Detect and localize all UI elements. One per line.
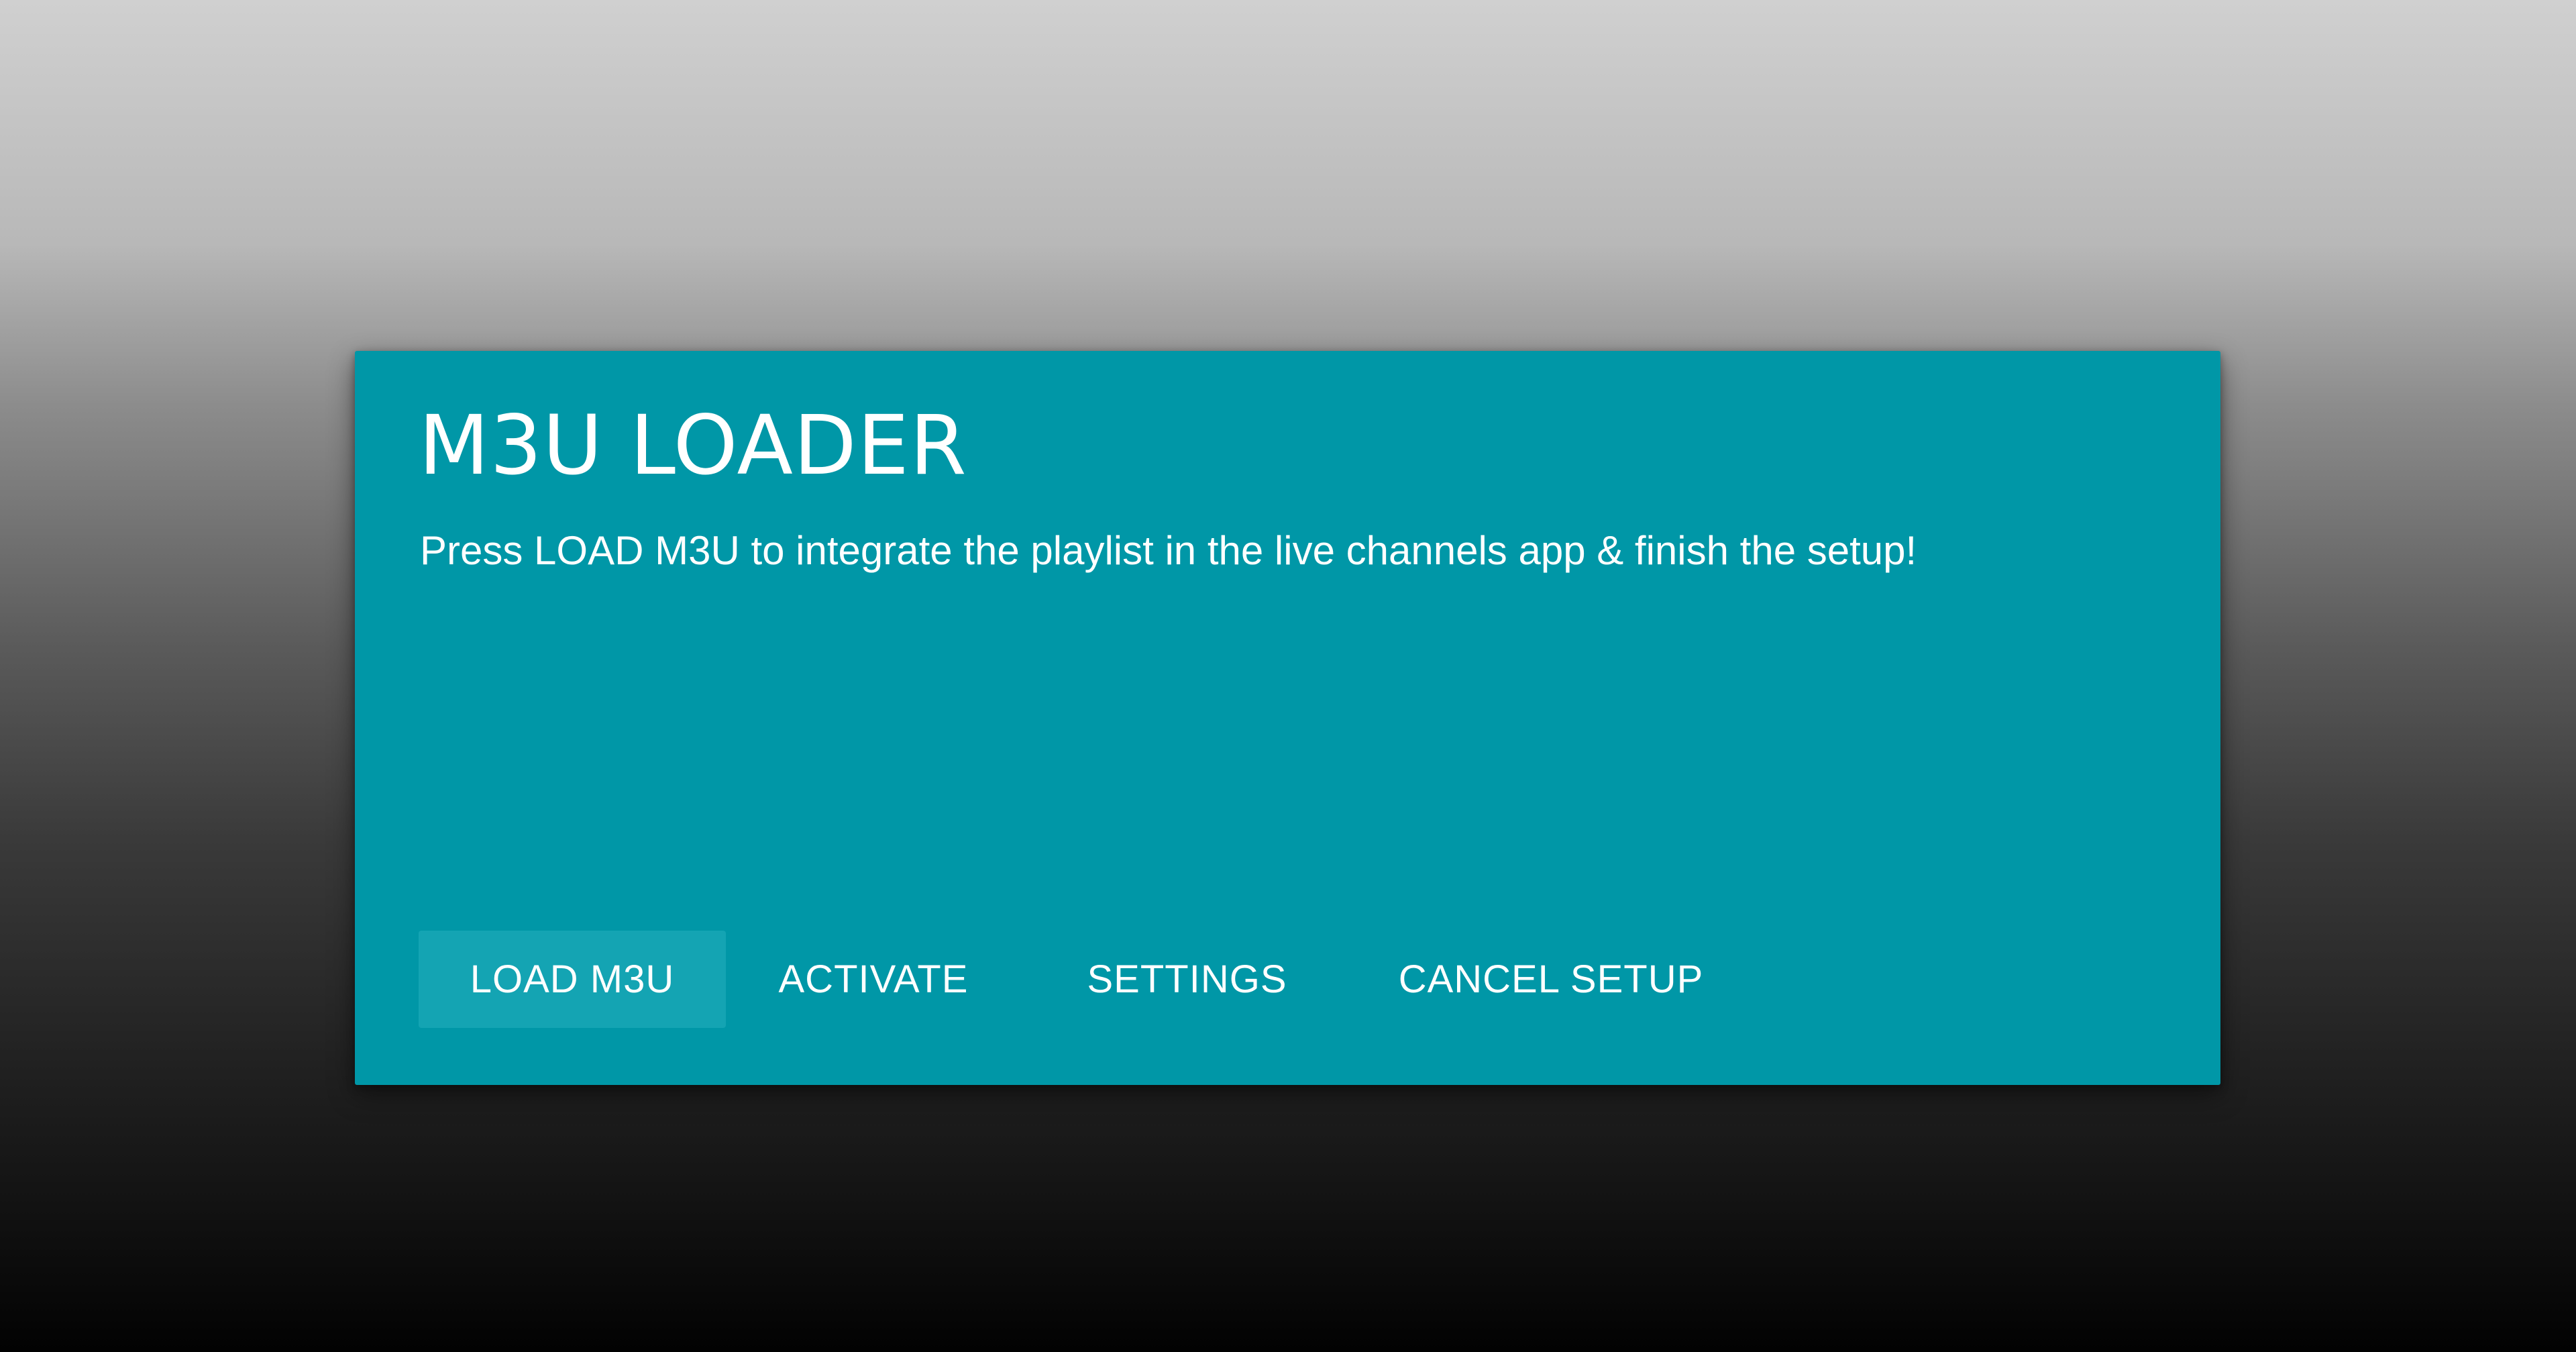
settings-button[interactable]: SETTINGS	[1078, 931, 1296, 1028]
dialog-actions: LOAD M3U ACTIVATE SETTINGS CANCEL SETUP	[419, 931, 1703, 1028]
activate-button[interactable]: ACTIVATE	[773, 931, 974, 1028]
cancel-setup-button[interactable]: CANCEL SETUP	[1399, 931, 1703, 1028]
screen: { "dialog": { "title": "M3U LOADER", "me…	[0, 0, 2576, 1352]
dialog-message: Press LOAD M3U to integrate the playlist…	[420, 528, 1917, 573]
dialog-title: M3U LOADER	[419, 398, 967, 493]
m3u-loader-dialog: M3U LOADER Press LOAD M3U to integrate t…	[355, 351, 2220, 1085]
load-m3u-button[interactable]: LOAD M3U	[419, 931, 726, 1028]
